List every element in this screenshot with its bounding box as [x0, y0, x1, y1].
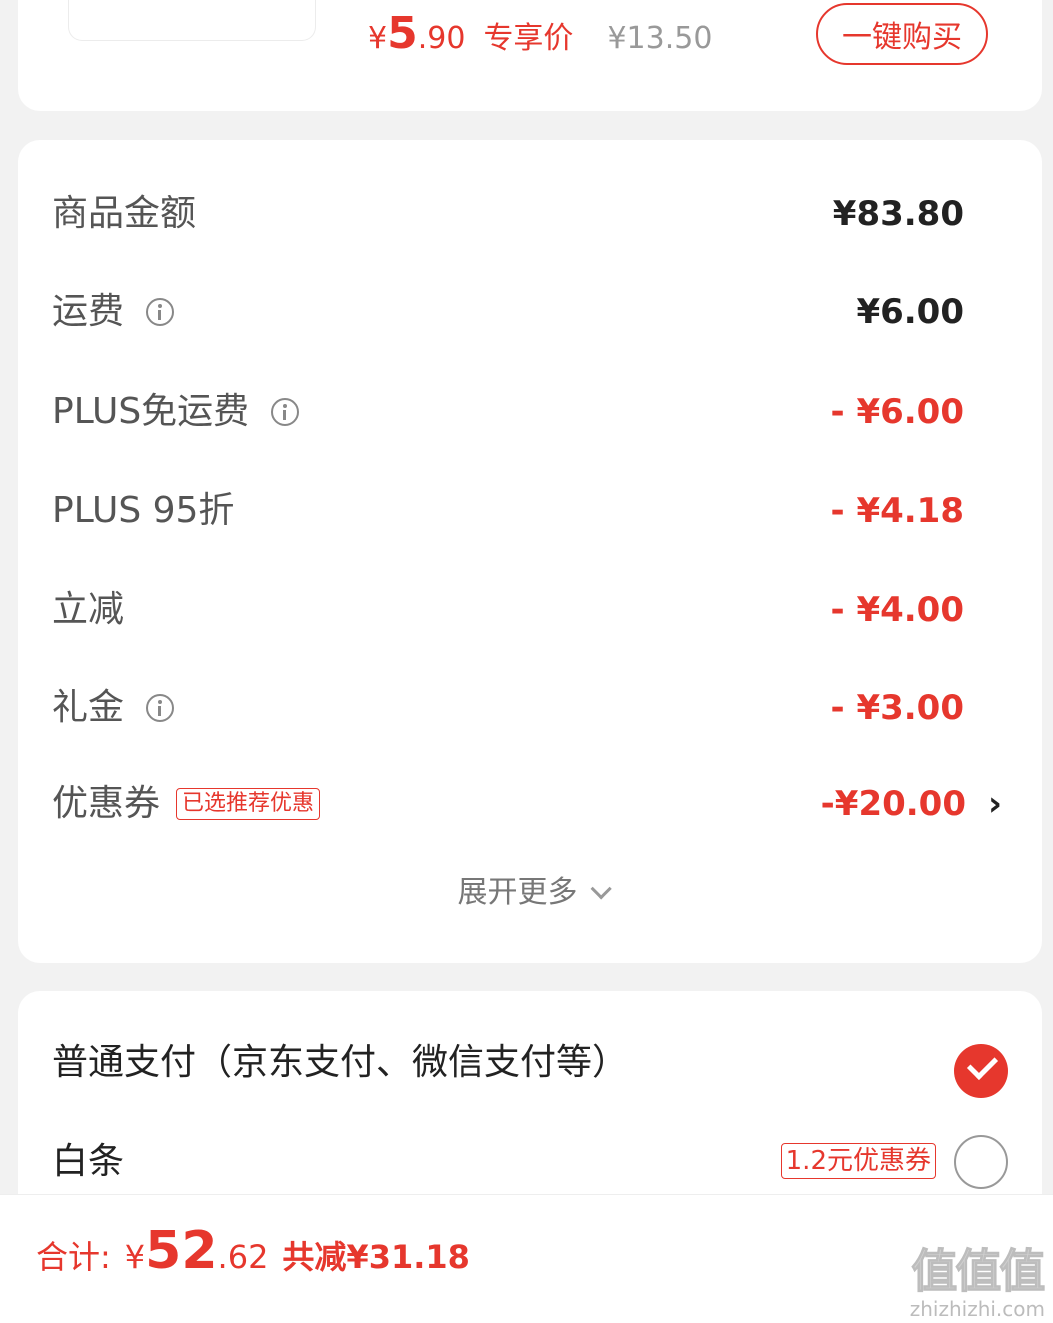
summary-label: PLUS 95折	[52, 490, 235, 531]
summary-amount: - ¥3.00	[830, 688, 965, 728]
summary-amount: - ¥4.18	[830, 491, 965, 531]
summary-row-gift-money: 礼金 - ¥3.00	[18, 678, 1042, 738]
checked-radio-icon[interactable]	[954, 1044, 1008, 1098]
one-click-buy-button[interactable]: 一键购买	[816, 3, 988, 65]
summary-amount: -¥20.00	[820, 784, 966, 824]
total-integer: 52	[145, 1221, 218, 1281]
price-decimal: .90	[417, 21, 466, 56]
price-integer: 5	[387, 8, 418, 59]
total-saved: 共减¥31.18	[282, 1238, 470, 1276]
summary-row-coupon[interactable]: 优惠券 已选推荐优惠 -¥20.00 ›	[18, 774, 1042, 834]
price-tag: 专享价	[483, 21, 574, 56]
expand-more-label: 展开更多	[457, 875, 578, 910]
unchecked-radio-icon[interactable]	[954, 1135, 1008, 1189]
baitiao-coupon-badge: 1.2元优惠券	[780, 1143, 936, 1179]
total-decimal: .62	[217, 1238, 269, 1276]
summary-label: 商品金额	[52, 193, 197, 234]
watermark-url: zhizhizhi.com	[909, 1297, 1045, 1321]
payment-option-baitiao[interactable]: 白条 1.2元优惠券	[18, 1127, 1042, 1197]
product-thumbnail[interactable]	[68, 0, 316, 41]
watermark-text: 值值值	[911, 1244, 1046, 1299]
info-icon[interactable]	[146, 298, 175, 326]
coupon-recommended-badge: 已选推荐优惠	[176, 788, 321, 820]
summary-row-shipping: 运费 ¥6.00	[18, 282, 1042, 342]
summary-amount: - ¥6.00	[830, 392, 965, 432]
chevron-down-icon	[590, 878, 612, 900]
payment-option-label: 普通支付（京东支付、微信支付等）	[52, 1042, 629, 1083]
summary-row-instant-reduction: 立减 - ¥4.00	[18, 580, 1042, 640]
summary-label: 优惠券 已选推荐优惠	[52, 774, 321, 834]
expand-more-button[interactable]: 展开更多	[18, 868, 1042, 918]
summary-amount: ¥83.80	[832, 194, 964, 234]
product-card: ¥ 5 .90 专享价 ¥13.50 一键购买	[18, 0, 1042, 111]
chevron-right-icon[interactable]: ›	[988, 774, 1002, 834]
summary-label: 运费	[52, 282, 175, 342]
summary-label: 立减	[52, 589, 125, 630]
watermark-logo: 值值值 zhizhizhi.com	[909, 1235, 1046, 1322]
summary-label: PLUS免运费	[52, 382, 300, 442]
bottom-total-bar: 合计: ¥ 52 .62 共减¥31.18 值值值 zhizhizhi.com	[0, 1194, 1053, 1323]
product-price: ¥ 5 .90 专享价 ¥13.50	[368, 8, 712, 78]
summary-amount: - ¥4.00	[830, 590, 965, 630]
info-icon[interactable]	[271, 398, 300, 426]
info-icon[interactable]	[146, 694, 175, 722]
payment-option-normal[interactable]: 普通支付（京东支付、微信支付等）	[18, 1028, 1042, 1098]
total-label: 合计:	[36, 1238, 111, 1276]
price-summary-card: 商品金额 ¥83.80 运费 ¥6.00 PLUS免运费 - ¥6.00 PLU…	[18, 140, 1042, 963]
price-symbol: ¥	[368, 21, 388, 56]
order-total: 合计: ¥ 52 .62 共减¥31.18	[36, 1221, 470, 1301]
summary-row-plus-discount: PLUS 95折 - ¥4.18	[18, 481, 1042, 541]
payment-option-label: 白条	[52, 1141, 125, 1182]
total-symbol: ¥	[124, 1238, 146, 1276]
summary-label: 礼金	[52, 678, 175, 738]
summary-row-plus-free-shipping: PLUS免运费 - ¥6.00	[18, 382, 1042, 442]
summary-amount: ¥6.00	[856, 292, 964, 332]
summary-row-goods-amount: 商品金额 ¥83.80	[18, 184, 1042, 244]
original-price: ¥13.50	[607, 21, 713, 56]
